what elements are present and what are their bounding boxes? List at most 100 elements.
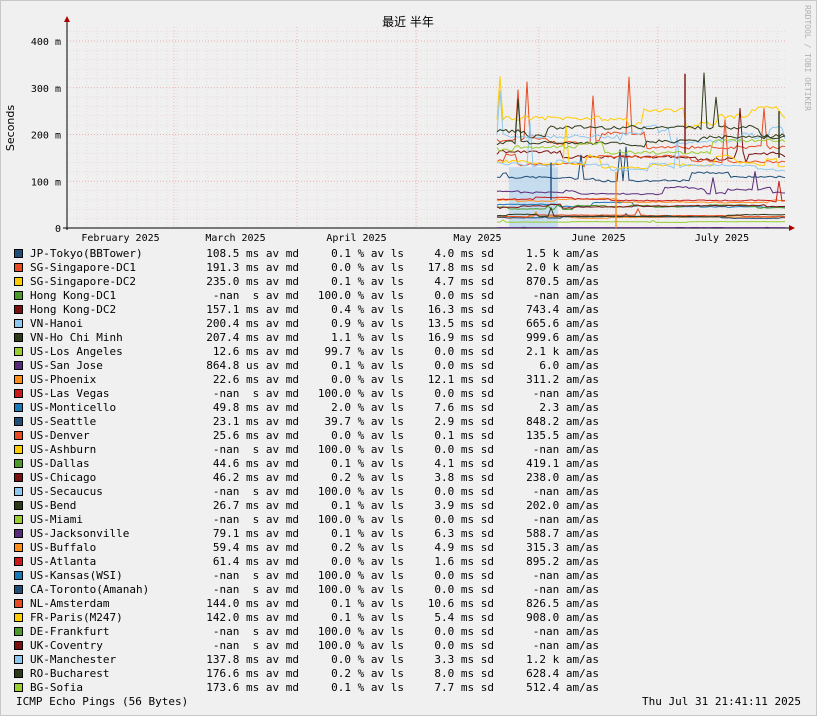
series-name: US-Secaucus: [30, 485, 103, 498]
avg-value: 157.1 ms av md: [206, 303, 299, 316]
legend-swatch: [14, 515, 23, 524]
sd-value: 3.3 ms sd: [434, 653, 494, 666]
series-name: FR-Paris(M247): [30, 611, 123, 624]
sd-value: 17.8 ms sd: [427, 261, 494, 274]
sd-value: 0.0 ms sd: [434, 359, 494, 372]
series-name: SG-Singapore-DC2: [30, 275, 136, 288]
avg-value: 49.8 ms av md: [212, 401, 299, 414]
legend-swatch: [14, 571, 23, 580]
avg-value: -nan s av md: [212, 387, 299, 400]
avg-value: 235.0 ms av md: [206, 275, 299, 288]
loss-value: 100.0 % av ls: [317, 289, 404, 302]
amas-value: 315.3 am/as: [526, 541, 599, 554]
sd-value: 0.0 ms sd: [434, 387, 494, 400]
loss-value: 0.2 % av ls: [331, 541, 404, 554]
amas-value: 743.4 am/as: [526, 303, 599, 316]
amas-value: 826.5 am/as: [526, 597, 599, 610]
avg-value: 864.8 us av md: [206, 359, 299, 372]
series-name: US-Las Vegas: [30, 387, 110, 400]
legend-swatch: [14, 529, 23, 538]
avg-value: 22.6 ms av md: [212, 373, 299, 386]
amas-value: 848.2 am/as: [526, 415, 599, 428]
series-name: VN-Ho Chi Minh: [30, 331, 123, 344]
avg-value: 59.4 ms av md: [212, 541, 299, 554]
amas-value: 628.4 am/as: [526, 667, 599, 680]
sd-value: 4.9 ms sd: [434, 541, 494, 554]
amas-value: 311.2 am/as: [526, 373, 599, 386]
loss-value: 100.0 % av ls: [317, 639, 404, 652]
series-name: DE-Frankfurt: [30, 625, 110, 638]
amas-value: 135.5 am/as: [526, 429, 599, 442]
series-name: US-Atlanta: [30, 555, 97, 568]
footer-timestamp: Thu Jul 31 21:41:11 2025: [642, 695, 801, 708]
loss-value: 1.1 % av ls: [331, 331, 404, 344]
avg-value: -nan s av md: [212, 485, 299, 498]
watermark: RRDTOOL / TOBI OETIKER: [803, 5, 812, 111]
loss-value: 0.1 % av ls: [331, 499, 404, 512]
legend-swatch: [14, 459, 23, 468]
avg-value: -nan s av md: [212, 639, 299, 652]
avg-value: 207.4 ms av md: [206, 331, 299, 344]
amas-value: 6.0 am/as: [539, 359, 599, 372]
sd-value: 0.1 ms sd: [434, 429, 494, 442]
footer-description: ICMP Echo Pings (56 Bytes): [16, 695, 189, 708]
loss-value: 0.1 % av ls: [331, 611, 404, 624]
chart-plot: 0 100 m 200 m 300 m 400 m February 2025 March …: [4, 5, 812, 244]
x-axis-arrow: [789, 225, 795, 231]
avg-value: 176.6 ms av md: [206, 667, 299, 680]
avg-value: 25.6 ms av md: [212, 429, 299, 442]
y-tick-label: 400 m: [31, 37, 61, 48]
series-name: NL-Amsterdam: [30, 597, 110, 610]
legend-swatch: [14, 305, 23, 314]
amas-value: 202.0 am/as: [526, 499, 599, 512]
sd-value: 0.0 ms sd: [434, 345, 494, 358]
series-name: Hong Kong-DC2: [30, 303, 117, 316]
series-name: US-Buffalo: [30, 541, 97, 554]
avg-value: -nan s av md: [212, 625, 299, 638]
amas-value: 512.4 am/as: [526, 681, 599, 694]
amas-value: 1.5 k am/as: [526, 247, 599, 260]
legend-swatch: [14, 319, 23, 328]
sd-value: 3.8 ms sd: [434, 471, 494, 484]
loss-value: 0.1 % av ls: [331, 457, 404, 470]
amas-value: 1.2 k am/as: [526, 653, 599, 666]
y-axis-arrow: [64, 16, 70, 22]
sd-value: 4.1 ms sd: [434, 457, 494, 470]
series-name: BG-Sofia: [30, 681, 83, 694]
series-name: JP-Tokyo(BBTower): [30, 247, 143, 260]
legend-swatch: [14, 487, 23, 496]
series-name: RO-Bucharest: [30, 667, 110, 680]
sd-value: 16.3 ms sd: [427, 303, 494, 316]
loss-value: 100.0 % av ls: [317, 625, 404, 638]
legend-swatch: [14, 641, 23, 650]
loss-value: 0.0 % av ls: [331, 261, 404, 274]
avg-value: 44.6 ms av md: [212, 457, 299, 470]
avg-value: 137.8 ms av md: [206, 653, 299, 666]
amas-value: -nan am/as: [532, 513, 599, 526]
loss-value: 100.0 % av ls: [317, 387, 404, 400]
series-name: US-San Jose: [30, 359, 103, 372]
sd-value: 7.7 ms sd: [434, 681, 494, 694]
sd-value: 16.9 ms sd: [427, 331, 494, 344]
legend-swatch: [14, 431, 23, 440]
series-line: [496, 76, 786, 129]
loss-value: 39.7 % av ls: [324, 415, 404, 428]
legend-swatch: [14, 333, 23, 342]
loss-value: 100.0 % av ls: [317, 569, 404, 582]
x-tick-label: February 2025: [81, 233, 159, 244]
loss-value: 0.1 % av ls: [331, 681, 404, 694]
series-name: US-Dallas: [30, 457, 90, 470]
loss-value: 0.1 % av ls: [331, 247, 404, 260]
sd-value: 8.0 ms sd: [434, 667, 494, 680]
sd-value: 4.7 ms sd: [434, 275, 494, 288]
sd-value: 0.0 ms sd: [434, 289, 494, 302]
sd-value: 4.0 ms sd: [434, 247, 494, 260]
amas-value: 588.7 am/as: [526, 527, 599, 540]
amas-value: -nan am/as: [532, 639, 599, 652]
avg-value: 108.5 ms av md: [206, 247, 299, 260]
loss-value: 0.1 % av ls: [331, 275, 404, 288]
avg-value: 46.2 ms av md: [212, 471, 299, 484]
series-name: US-Bend: [30, 499, 77, 512]
loss-value: 0.1 % av ls: [331, 527, 404, 540]
amas-value: -nan am/as: [532, 289, 599, 302]
